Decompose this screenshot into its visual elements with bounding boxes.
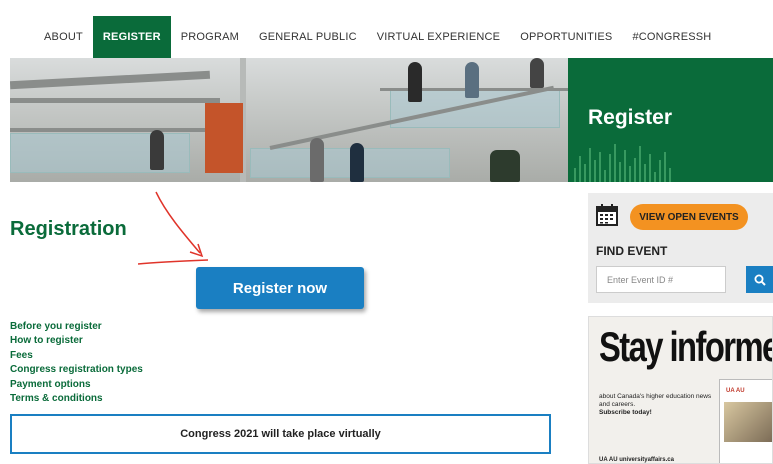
calendar-icon <box>596 204 618 226</box>
nav-item-congressh[interactable]: #CONGRESSH <box>622 16 721 58</box>
nav-item-register[interactable]: REGISTER <box>92 16 171 58</box>
link-terms-conditions[interactable]: Terms & conditions <box>10 392 143 406</box>
event-search-button[interactable] <box>746 266 773 293</box>
stay-informed-ad[interactable]: Stay informed about Canada's higher educ… <box>588 316 773 464</box>
nav-item-about[interactable]: ABOUT <box>34 16 93 58</box>
nav-item-virtual-experience[interactable]: VIRTUAL EXPERIENCE <box>367 16 510 58</box>
nav-item-opportunities[interactable]: OPPORTUNITIES <box>510 16 622 58</box>
top-navigation: ABOUT REGISTER PROGRAM GENERAL PUBLIC VI… <box>0 16 773 58</box>
register-now-button[interactable]: Register now <box>196 267 364 309</box>
ad-footer: UA AU universityaffairs.ca <box>599 457 674 463</box>
link-payment-options[interactable]: Payment options <box>10 378 143 392</box>
page-heading: Registration <box>10 218 127 240</box>
ad-subscribe: Subscribe today! <box>599 409 652 416</box>
ad-card-image <box>724 402 772 442</box>
ad-description: about Canada's higher education news and… <box>599 393 712 408</box>
hero-title: Register <box>588 106 673 129</box>
virtual-notice: Congress 2021 will take place virtually <box>10 414 551 454</box>
annotation-arrow <box>138 191 209 265</box>
link-fees[interactable]: Fees <box>10 349 143 363</box>
hero-photo <box>10 58 568 182</box>
ad-magazine-card: UA AU <box>719 379 772 463</box>
search-icon <box>754 274 766 286</box>
link-how-to-register[interactable]: How to register <box>10 334 143 348</box>
hero-decoration-bars <box>568 142 773 182</box>
ad-text: about Canada's higher education news and… <box>599 393 714 417</box>
view-open-events-button[interactable]: VIEW OPEN EVENTS <box>630 204 748 230</box>
link-before-you-register[interactable]: Before you register <box>10 320 143 334</box>
nav-item-program[interactable]: PROGRAM <box>171 16 249 58</box>
nav-item-general-public[interactable]: GENERAL PUBLIC <box>249 16 367 58</box>
hero-title-panel: Register <box>568 58 773 182</box>
find-event-label: FIND EVENT <box>596 244 668 258</box>
ad-title: Stay informed <box>599 323 772 370</box>
event-finder: VIEW OPEN EVENTS FIND EVENT <box>588 193 773 303</box>
hero-banner: Register <box>10 58 773 182</box>
registration-links: Before you register How to register Fees… <box>10 320 143 406</box>
ad-card-logo: UA AU <box>726 388 745 394</box>
event-id-input[interactable] <box>596 266 726 293</box>
link-registration-types[interactable]: Congress registration types <box>10 363 143 377</box>
